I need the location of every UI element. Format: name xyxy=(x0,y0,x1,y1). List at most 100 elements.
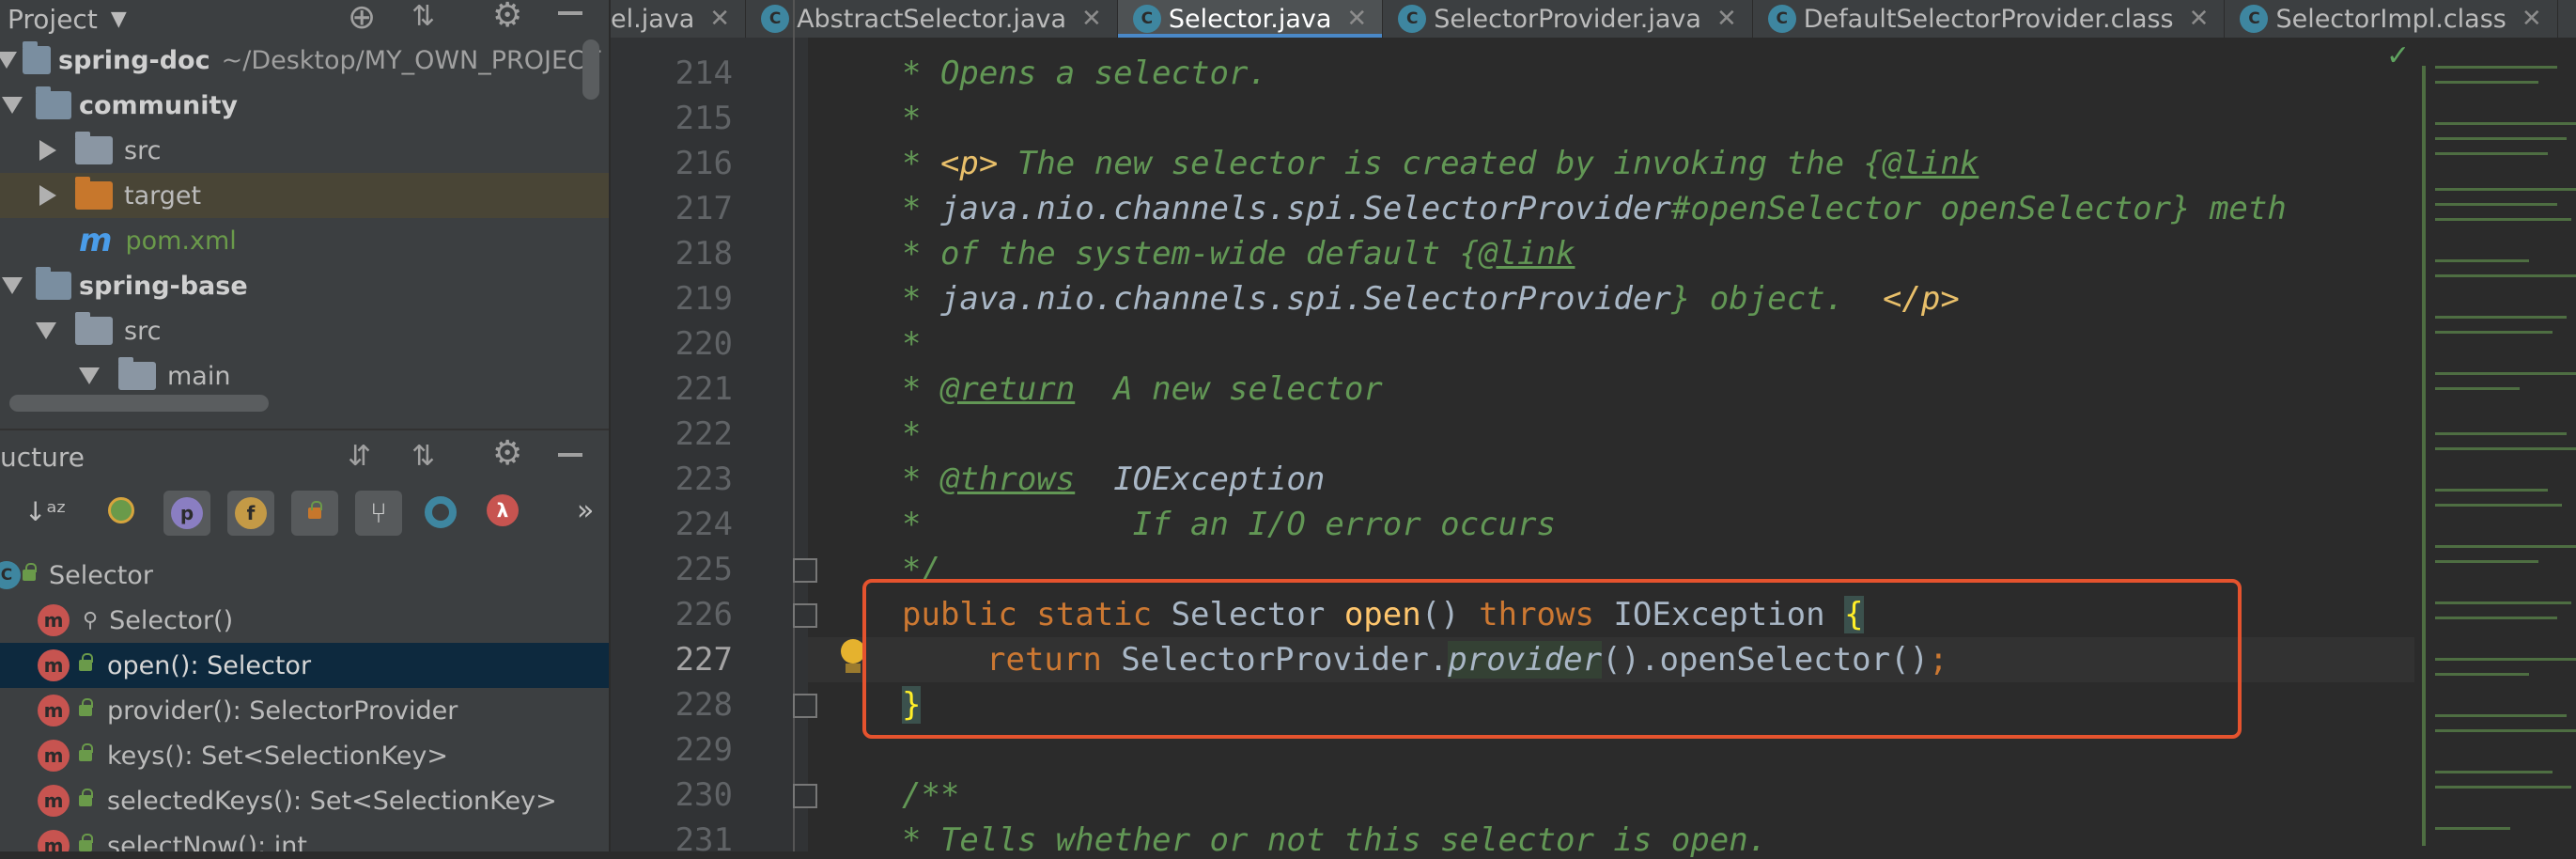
scroll-map-line xyxy=(2435,827,2510,830)
tab-selector-java[interactable]: C Selector.java ✕ xyxy=(1117,0,1384,38)
lambda-icon[interactable]: λ xyxy=(487,494,519,526)
key-icon: ⚲ xyxy=(83,608,99,633)
chevron-right-icon[interactable] xyxy=(39,185,56,206)
method-icon: m xyxy=(38,649,70,681)
tab-label: SelectorImpl.class xyxy=(2275,4,2506,34)
class-icon: C xyxy=(0,561,21,589)
tree-item-label: spring-base xyxy=(79,271,248,301)
scroll-map-stripe xyxy=(2422,66,2426,846)
vertical-scrollbar[interactable] xyxy=(582,39,599,100)
tab-label: Selector.java xyxy=(1168,4,1332,34)
expand-all-icon[interactable]: ⇵ xyxy=(348,440,371,473)
field-icon[interactable]: f xyxy=(227,491,274,536)
structure-class-item[interactable]: C Selector xyxy=(0,553,611,598)
close-icon[interactable]: ✕ xyxy=(1081,5,1102,33)
tree-item-path: ~/Desktop/MY_OWN_PROJECT xyxy=(221,45,601,75)
tab-el-java[interactable]: el.java ✕ xyxy=(611,0,747,38)
scroll-map-line xyxy=(2435,188,2576,191)
scroll-map-line xyxy=(2435,489,2548,492)
tree-item-spring-base[interactable]: spring-base xyxy=(0,263,611,308)
circle-icon[interactable] xyxy=(425,496,457,528)
code-line-230: /** xyxy=(902,776,960,814)
close-icon[interactable]: ✕ xyxy=(709,5,730,33)
tree-item-pom-xml[interactable]: m pom.xml xyxy=(0,218,611,263)
fold-marker-icon[interactable] xyxy=(793,784,817,808)
property-icon[interactable]: p xyxy=(163,491,210,536)
scroll-map-line xyxy=(2435,673,2529,676)
tree-item-label: src xyxy=(124,135,162,165)
gear-icon[interactable]: ⚙ xyxy=(492,0,522,35)
line-number: 229 xyxy=(675,731,733,769)
chevron-down-icon[interactable] xyxy=(2,97,23,114)
editor-scroll-map[interactable]: ✓ xyxy=(2386,38,2576,851)
line-number: 230 xyxy=(675,776,733,814)
minimize-icon[interactable] xyxy=(558,11,582,15)
crosshair-icon[interactable]: ⊕ xyxy=(348,0,376,37)
scroll-map-line xyxy=(2435,432,2567,435)
method-icon: m xyxy=(38,695,70,726)
panel-divider xyxy=(0,429,611,430)
hierarchy-icon[interactable]: ⑂ xyxy=(355,491,402,536)
module-folder-icon xyxy=(36,86,71,119)
tab-abstractselector-java[interactable]: C AbstractSelector.java ✕ xyxy=(746,0,1118,38)
tree-item-src[interactable]: src xyxy=(0,308,611,353)
class-icon: C xyxy=(1132,5,1161,33)
code-line-223: * @throws IOException xyxy=(902,461,1326,498)
minimize-icon[interactable] xyxy=(558,453,582,457)
structure-member-item[interactable]: m selectNow(): int xyxy=(0,823,611,851)
tree-item-main[interactable]: main xyxy=(0,353,611,398)
fold-marker-icon[interactable] xyxy=(793,558,817,583)
line-number-current: 227 xyxy=(675,641,733,679)
structure-member-item[interactable]: m keys(): Set<SelectionKey> xyxy=(0,733,611,778)
line-number: 228 xyxy=(675,686,733,724)
tab-defaultselectorprovider-class[interactable]: C DefaultSelectorProvider.class ✕ xyxy=(1753,0,2226,38)
close-icon[interactable]: ✕ xyxy=(2522,5,2542,33)
structure-member-item[interactable]: m provider(): SelectorProvider xyxy=(0,688,611,733)
more-icon[interactable]: » xyxy=(577,494,594,527)
chevron-down-icon[interactable]: ▼ xyxy=(111,8,127,31)
sort-alpha-icon[interactable]: ↓ᵃᶻ xyxy=(24,496,67,527)
structure-panel-title: ucture xyxy=(0,441,85,473)
chevron-down-icon[interactable] xyxy=(2,277,23,294)
tree-item-src[interactable]: src xyxy=(0,128,611,173)
tab-selectorimpl-class[interactable]: C SelectorImpl.class ✕ xyxy=(2225,0,2558,38)
structure-panel-header: ucture ⇵ ⇅ ⚙ xyxy=(0,434,611,477)
structure-member-item[interactable]: m selectedKeys(): Set<SelectionKey> xyxy=(0,778,611,823)
tree-item-spring-doc[interactable]: spring-doc ~/Desktop/MY_OWN_PROJECT xyxy=(0,38,611,83)
chevron-down-icon[interactable] xyxy=(79,367,100,384)
tab-label: el.java xyxy=(611,4,695,34)
scroll-map-line xyxy=(2435,331,2553,334)
structure-member-item[interactable]: m ⚲ Selector() xyxy=(0,598,611,643)
tree-item-community[interactable]: community xyxy=(0,83,611,128)
chevron-right-icon[interactable] xyxy=(39,140,56,161)
project-panel-title[interactable]: Project xyxy=(8,4,98,35)
close-icon[interactable]: ✕ xyxy=(2189,5,2210,33)
line-number: 221 xyxy=(675,370,733,408)
scroll-map-line xyxy=(2435,259,2529,262)
tree-item-target[interactable]: target xyxy=(0,173,611,218)
code-line-216: * <p> The new selector is created by inv… xyxy=(902,145,1979,182)
fold-marker-icon[interactable] xyxy=(793,694,817,718)
code-line-221: * @return A new selector xyxy=(902,370,1383,408)
chevron-down-icon[interactable] xyxy=(36,322,56,339)
scroll-map-line xyxy=(2435,137,2567,140)
member-label: Selector() xyxy=(109,605,234,635)
code-line-215: * xyxy=(902,100,922,137)
show-inherited-icon[interactable] xyxy=(105,494,137,526)
method-icon: m xyxy=(38,830,70,851)
collapse-all-icon[interactable]: ⇅ xyxy=(411,0,435,33)
chevron-down-icon[interactable] xyxy=(0,52,17,69)
fold-marker-icon[interactable] xyxy=(793,603,817,628)
structure-member-item-selected[interactable]: m open(): Selector xyxy=(0,643,611,688)
lock-icon[interactable] xyxy=(291,491,338,536)
tab-selectorprovider-java[interactable]: C SelectorProvider.java ✕ xyxy=(1383,0,1753,38)
horizontal-scrollbar[interactable] xyxy=(9,395,269,412)
method-icon: m xyxy=(38,785,70,817)
maven-icon: m xyxy=(79,222,113,259)
tree-item-label: src xyxy=(124,316,162,346)
close-icon[interactable]: ✕ xyxy=(1716,5,1737,33)
close-icon[interactable]: ✕ xyxy=(1346,5,1367,33)
gear-icon[interactable]: ⚙ xyxy=(492,434,522,473)
collapse-all-icon[interactable]: ⇅ xyxy=(411,440,435,473)
tab-label: DefaultSelectorProvider.class xyxy=(1803,4,2174,34)
